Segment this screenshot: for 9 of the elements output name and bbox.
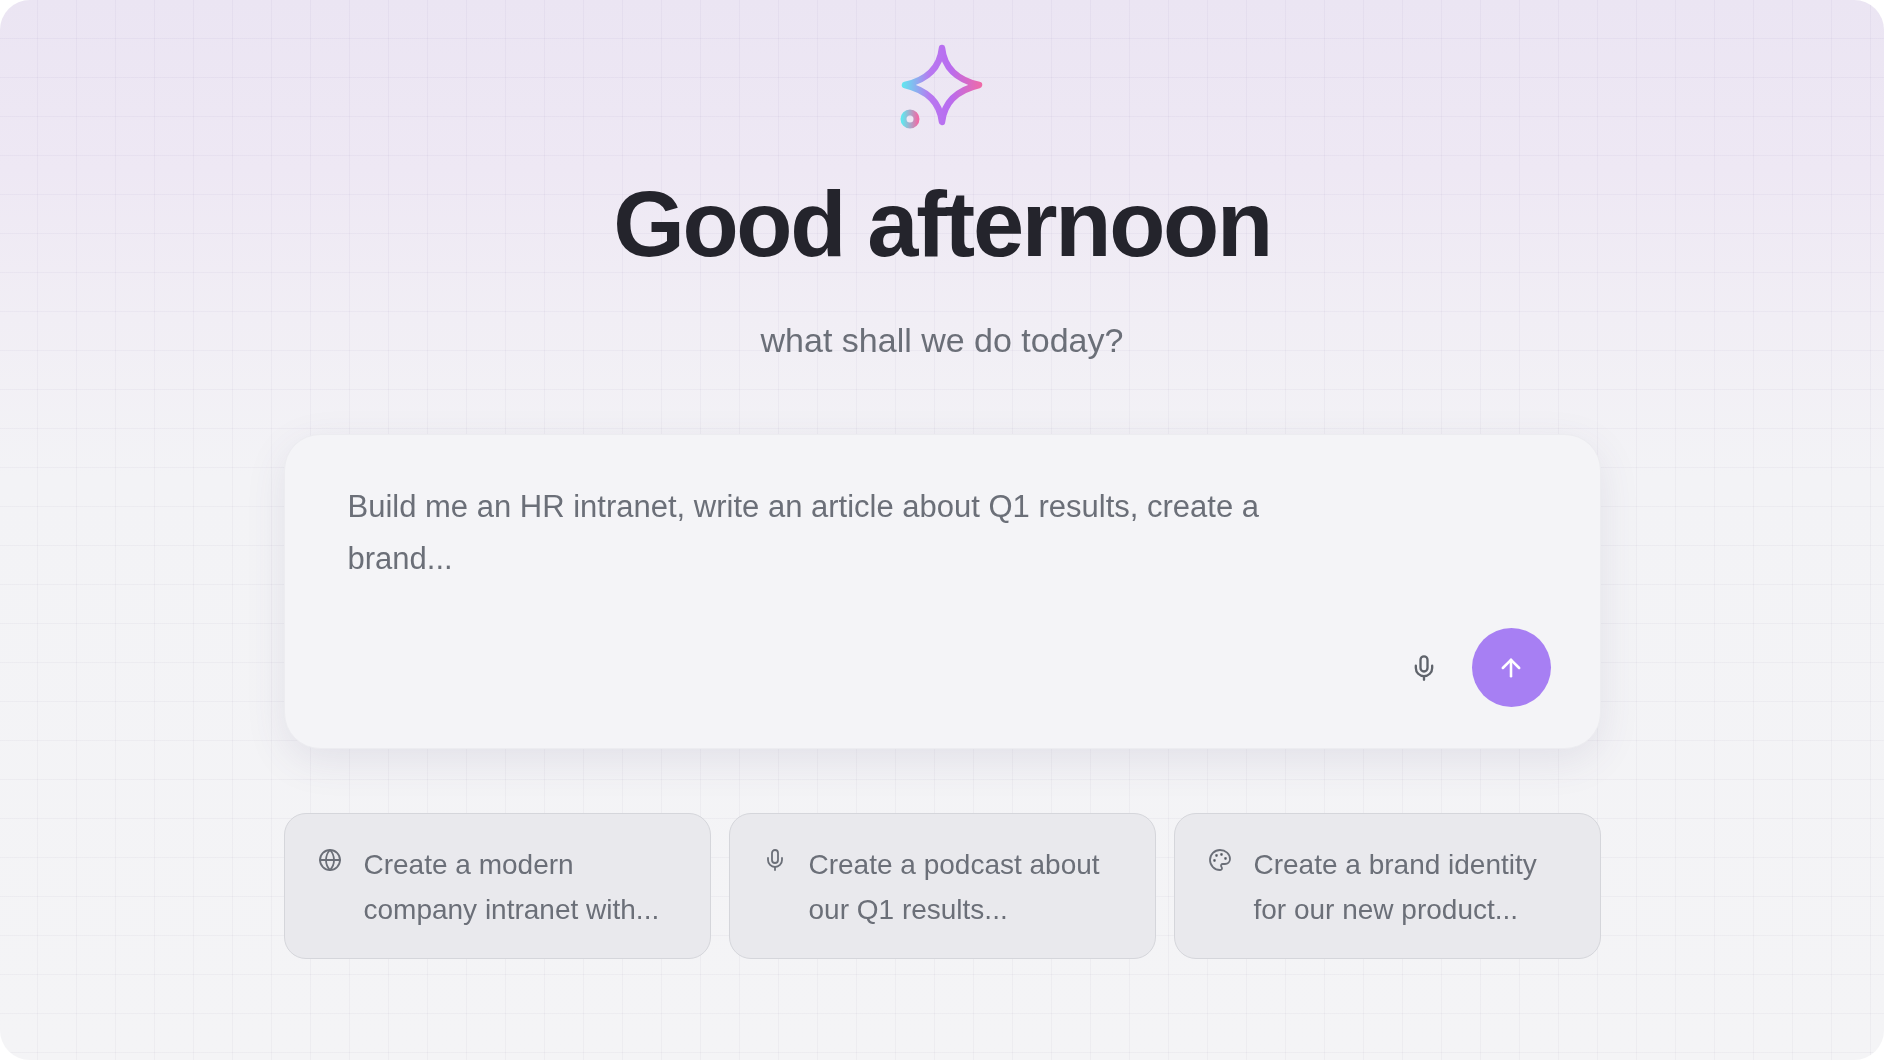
globe-icon [317, 848, 342, 872]
greeting-subtitle: what shall we do today? [760, 320, 1124, 360]
suggestion-button[interactable]: Create a modern company intranet with... [283, 813, 711, 959]
palette-icon [1207, 848, 1232, 872]
greeting-title: Good afternoon [613, 178, 1271, 270]
suggestion-button[interactable]: Create a podcast about our Q1 results... [728, 813, 1156, 959]
sparkle-icon [899, 42, 985, 130]
suggestion-button[interactable]: Create a brand identity for our new product... [1173, 813, 1601, 959]
prompt-input[interactable]: Build me an HR intranet, write an article about Q1 results, create a brand... [347, 481, 1308, 584]
